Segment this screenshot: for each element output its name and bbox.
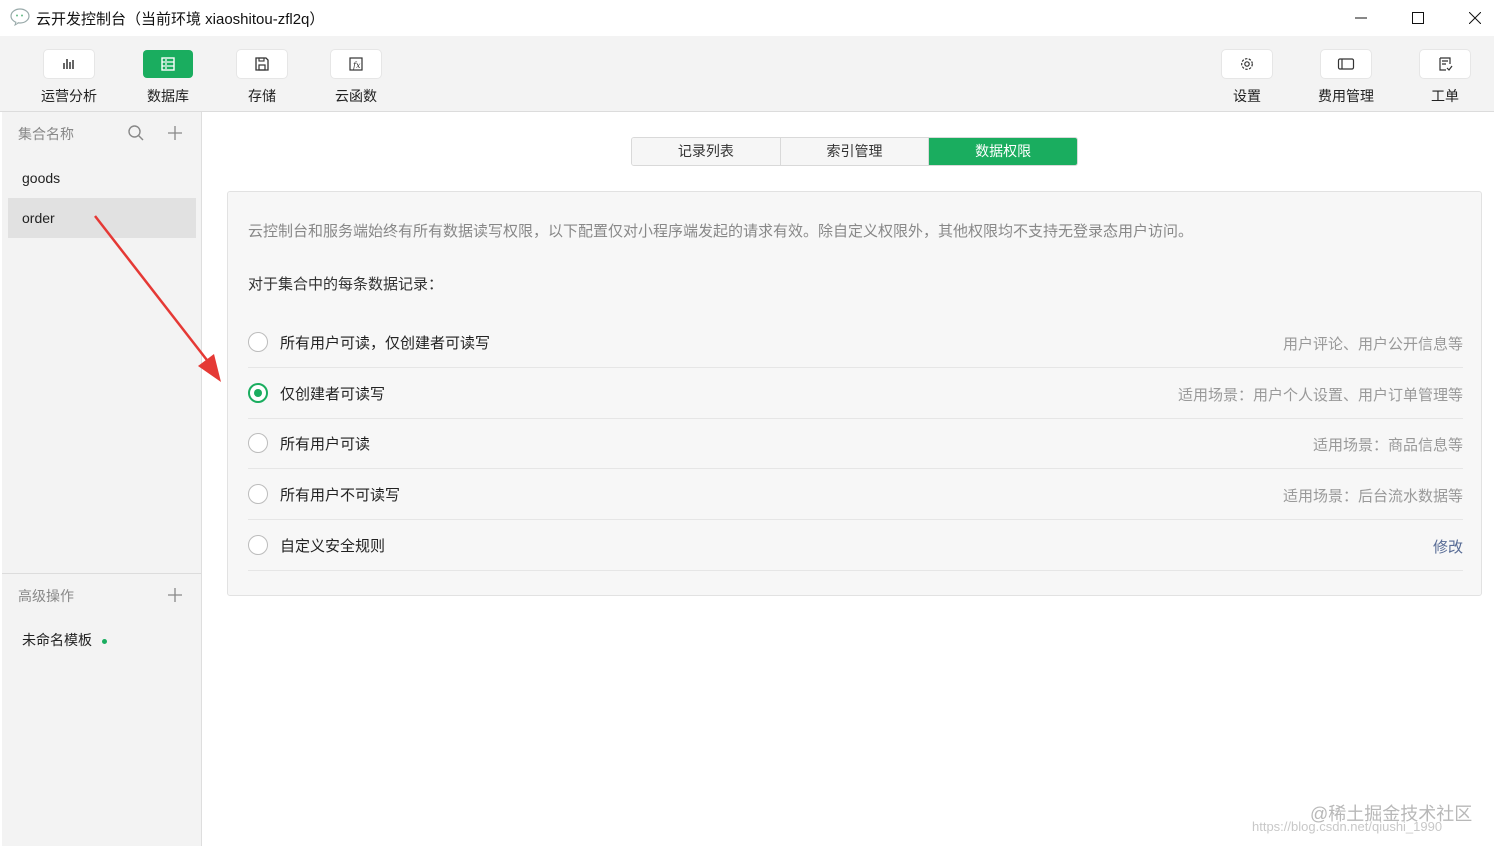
permission-option-selected[interactable]: 仅创建者可读写 适用场景：用户个人设置、用户订单管理等 (248, 368, 1463, 419)
toolbar-settings[interactable]: 设置 (1207, 50, 1287, 110)
window-title: 云开发控制台（当前环境 xiaoshitou-zfl2q） (36, 11, 325, 28)
permission-option[interactable]: 所有用户可读 适用场景：商品信息等 (248, 418, 1463, 469)
add-collection-icon[interactable] (165, 123, 185, 143)
wechat-devtools-icon (10, 8, 30, 26)
template-item-label: 未命名模板 (22, 632, 92, 648)
toolbar-billing[interactable]: 费用管理 (1306, 50, 1386, 110)
toolbar-label: 运营分析 (41, 88, 97, 104)
collections-header: 集合名称 (0, 112, 201, 152)
function-icon: fx (349, 57, 363, 71)
toolbar-storage[interactable]: 存储 (222, 50, 302, 110)
toolbar-button[interactable] (44, 50, 94, 78)
floppy-disk-icon (255, 57, 269, 71)
toolbar-label: 云函数 (335, 88, 377, 104)
bar-chart-icon (63, 59, 74, 69)
search-icon[interactable] (126, 123, 146, 143)
permission-option-label: 所有用户可读 (280, 436, 371, 453)
radio-button[interactable] (248, 535, 268, 555)
permission-option-hint: 适用场景：后台流水数据等 (1282, 488, 1463, 505)
toolbar-button[interactable] (1420, 50, 1470, 78)
toolbar-button[interactable]: fx (331, 50, 381, 78)
svg-text:fx: fx (352, 61, 361, 70)
toolbar-label: 费用管理 (1318, 88, 1374, 104)
toolbar-label: 工单 (1431, 88, 1459, 104)
permission-option-hint: 适用场景：用户个人设置、用户订单管理等 (1177, 387, 1463, 404)
toolbar-cloud-function[interactable]: fx 云函数 (316, 50, 396, 110)
permission-option-label: 所有用户可读，仅创建者可读写 (280, 335, 491, 352)
tab-records[interactable]: 记录列表 (632, 138, 781, 165)
toolbar-ticket[interactable]: 工单 (1405, 50, 1485, 110)
toolbar-button[interactable] (1321, 50, 1371, 78)
advanced-header: 高级操作 (0, 574, 201, 614)
window-edge (0, 112, 2, 846)
permission-option-label: 仅创建者可读写 (280, 386, 386, 403)
template-item[interactable]: 未命名模板 (22, 630, 107, 650)
tab-indexes[interactable]: 索引管理 (780, 138, 930, 165)
tab-permissions[interactable]: 数据权限 (929, 138, 1077, 165)
watermark-url: https://blog.csdn.net/qiushi_1990 (1252, 819, 1443, 834)
permission-option-custom[interactable]: 自定义安全规则 修改 (248, 520, 1463, 571)
minimize-icon (1355, 17, 1367, 19)
toolbar-operations-analysis[interactable]: 运营分析 (29, 50, 109, 110)
toolbar-button[interactable] (237, 50, 287, 78)
radio-button[interactable] (248, 433, 268, 453)
permission-option[interactable]: 所有用户可读，仅创建者可读写 用户评论、用户公开信息等 (248, 317, 1463, 368)
billing-icon (1337, 58, 1355, 70)
advanced-header-label: 高级操作 (18, 588, 74, 604)
edit-rules-link[interactable]: 修改 (1433, 536, 1463, 557)
maximize-button[interactable] (1395, 0, 1441, 36)
permissions-notice: 云控制台和服务端始终有所有数据读写权限，以下配置仅对小程序端发起的请求有效。除自… (248, 223, 1194, 240)
permissions-subtitle: 对于集合中的每条数据记录： (248, 276, 444, 293)
toolbar-button-active[interactable] (143, 50, 193, 78)
permission-option-hint: 用户评论、用户公开信息等 (1282, 336, 1463, 353)
radio-button-checked[interactable] (248, 383, 268, 403)
toolbar-label: 存储 (248, 88, 276, 104)
permission-option-label: 自定义安全规则 (280, 538, 386, 555)
top-toolbar: 运营分析 数据库 存储 fx 云函数 设置 费用管理 工单 (0, 36, 1494, 112)
toolbar-label: 数据库 (147, 88, 189, 104)
toolbar-database[interactable]: 数据库 (128, 50, 208, 110)
main-content: 记录列表 索引管理 数据权限 云控制台和服务端始终有所有数据读写权限，以下配置仅… (202, 112, 1494, 846)
database-icon (161, 57, 175, 71)
toolbar-button[interactable] (1222, 50, 1272, 78)
ticket-icon (1439, 57, 1453, 71)
permission-option-label: 所有用户不可读写 (280, 487, 401, 504)
close-button[interactable] (1452, 0, 1494, 36)
gear-icon (1241, 58, 1253, 70)
permission-option[interactable]: 所有用户不可读写 适用场景：后台流水数据等 (248, 469, 1463, 520)
permission-option-hint: 适用场景：商品信息等 (1312, 437, 1463, 454)
collection-item-goods[interactable]: goods (8, 158, 196, 198)
radio-button[interactable] (248, 332, 268, 352)
radio-button[interactable] (248, 484, 268, 504)
close-icon (1469, 12, 1481, 24)
tab-group: 记录列表 索引管理 数据权限 (631, 137, 1078, 166)
annotation-arrow-icon (94, 215, 221, 382)
maximize-icon (1412, 12, 1424, 24)
minimize-button[interactable] (1338, 0, 1384, 36)
collections-header-label: 集合名称 (18, 126, 74, 142)
add-template-icon[interactable] (165, 585, 185, 605)
toolbar-label: 设置 (1233, 88, 1261, 104)
permissions-panel: 云控制台和服务端始终有所有数据读写权限，以下配置仅对小程序端发起的请求有效。除自… (227, 191, 1482, 596)
unsaved-dot-icon (102, 638, 107, 644)
title-bar: 云开发控制台（当前环境 xiaoshitou-zfl2q） (0, 0, 1494, 36)
